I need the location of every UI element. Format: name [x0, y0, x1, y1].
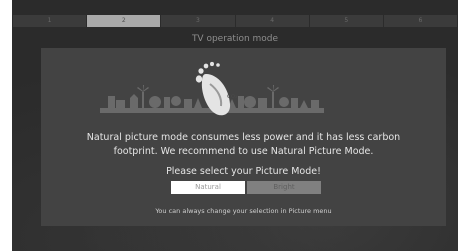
wizard-step-5: 5 [309, 15, 383, 27]
description-line-2: footprint. We recommend to use Natural P… [113, 146, 374, 157]
picture-mode-panel: CO₂ Natural picture mode consumes less p… [41, 48, 446, 226]
bright-mode-button[interactable]: Bright [247, 181, 321, 194]
wizard-step-6: 6 [383, 15, 458, 27]
picture-mode-prompt: Please select your Picture Mode! [166, 166, 321, 177]
co2-label: CO₂ [227, 94, 237, 100]
picture-menu-hint: You can always change your selection in … [155, 207, 332, 215]
page-title: TV operation mode [191, 34, 279, 44]
natural-mode-description: Natural picture mode consumes less power… [41, 131, 446, 159]
eco-landscape-illustration: CO₂ [100, 61, 324, 116]
wizard-step-1: 1 [13, 15, 87, 27]
natural-mode-button[interactable]: Natural [171, 181, 245, 194]
wizard-step-3: 3 [161, 15, 235, 27]
wizard-step-bar: 1 2 3 4 5 6 [13, 15, 458, 27]
wizard-step-4: 4 [235, 15, 309, 27]
tv-screen: 1 2 3 4 5 6 TV operation mode CO₂ Natura… [12, 0, 458, 251]
wizard-step-2: 2 [87, 15, 161, 27]
description-line-1: Natural picture mode consumes less power… [86, 132, 401, 143]
